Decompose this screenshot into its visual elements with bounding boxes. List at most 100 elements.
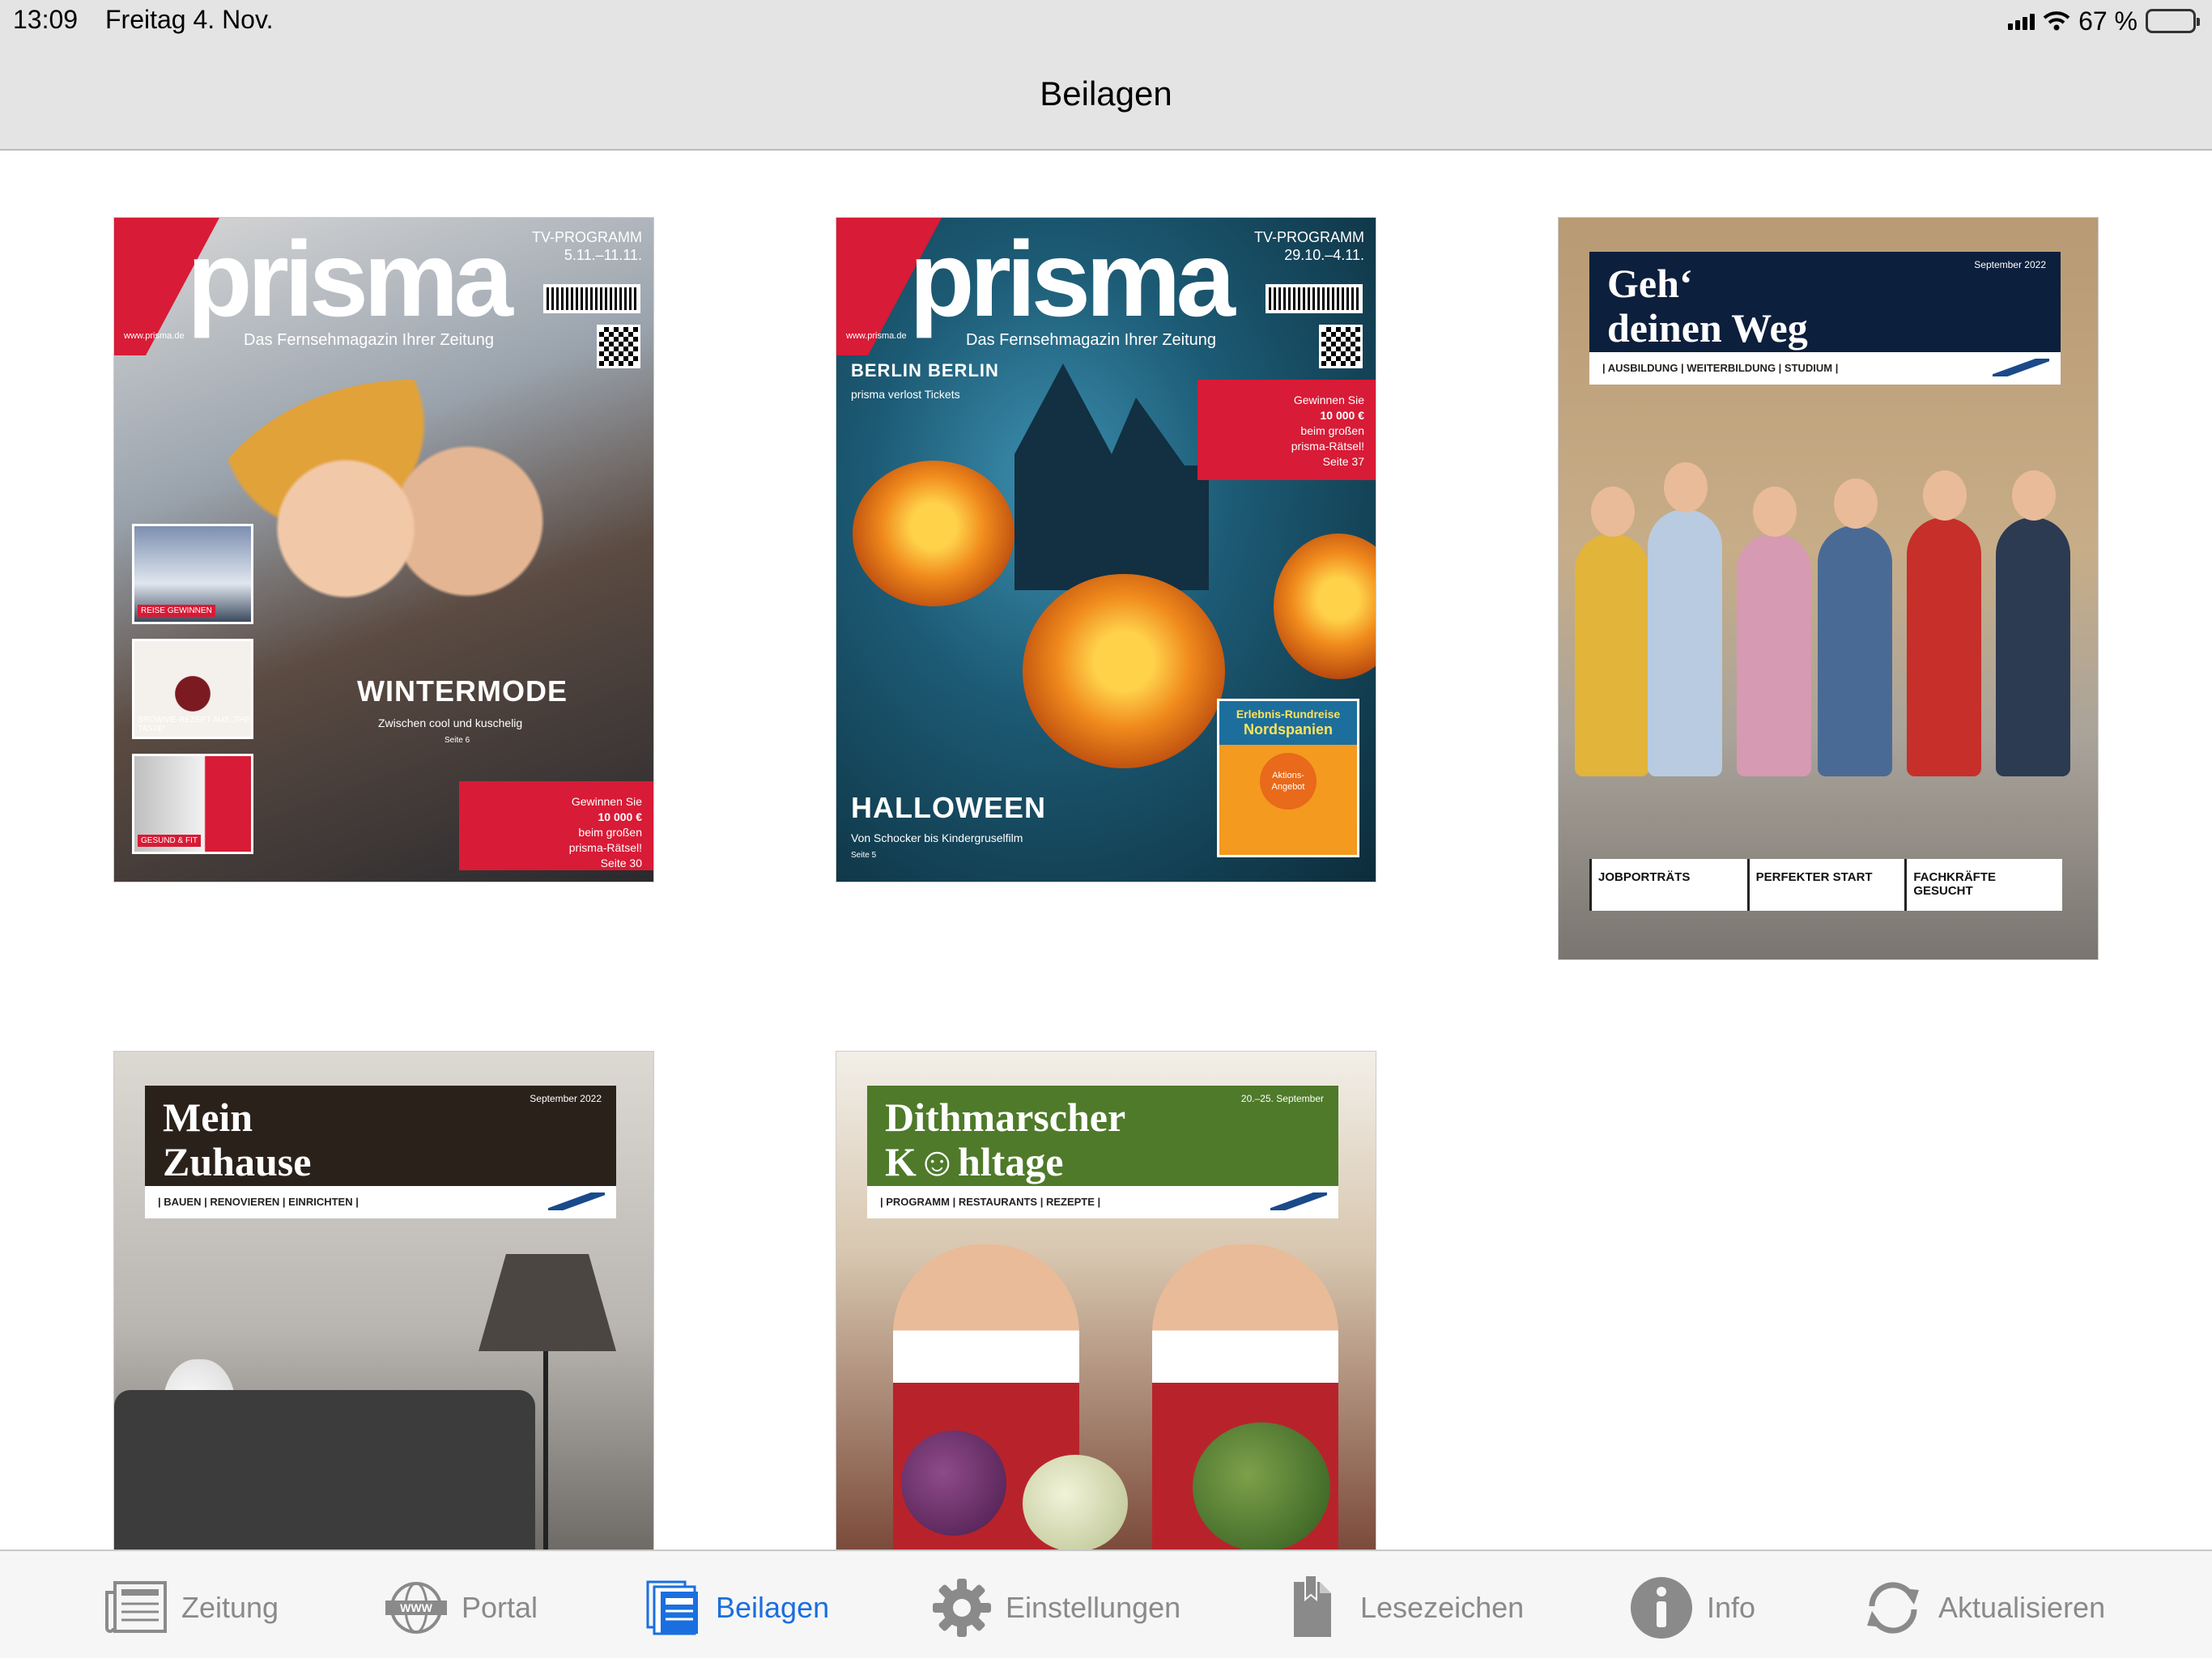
qr-code-icon: [597, 325, 640, 368]
tab-bar: Zeitung WWW Portal Beilagen Einstellunge…: [0, 1550, 2212, 1658]
tab-portal[interactable]: WWW Portal: [384, 1575, 538, 1640]
tab-einstellungen[interactable]: Einstellungen: [931, 1575, 1180, 1640]
battery-icon: [2146, 9, 2200, 33]
cover-website: www.prisma.de: [846, 331, 907, 341]
prisma-tagline: Das Fernsehmagazin Ihrer Zeitung: [966, 331, 1217, 349]
cover-photo-haunted-house: [1015, 363, 1209, 590]
cover-categories-text: | BAUEN | RENOVIEREN | EINRICHTEN |: [158, 1196, 359, 1208]
promo-line: Seite 37: [1322, 454, 1364, 468]
status-indicators: 67 %: [2008, 3, 2200, 39]
cabbage-illustration: [1193, 1422, 1330, 1552]
boyens-medien-logo: [1270, 1192, 1327, 1210]
side-teaser-label: GESUND & FIT: [138, 835, 202, 847]
globe-www-icon: WWW: [385, 1582, 447, 1634]
promo-line: prisma-Rätsel!: [568, 840, 642, 854]
cover-categories-text: | AUSBILDUNG | WEITERBILDUNG | STUDIUM |: [1602, 362, 1839, 374]
person-figure: [1907, 470, 1981, 776]
tab-label: Aktualisieren: [1938, 1591, 2106, 1624]
info-icon: [1631, 1577, 1692, 1639]
cover-title-banner: September 2022 Mein Zuhause: [145, 1086, 616, 1186]
top-bar: 13:09 Freitag 4. Nov. 67 % Beilagen: [0, 0, 2212, 151]
promo-line: Seite 30: [600, 856, 642, 869]
cellular-signal-icon: [2008, 12, 2035, 30]
cabbage-illustration: [1023, 1455, 1128, 1552]
cover-page-ref: Seite 6: [445, 736, 470, 745]
status-time: 13:09: [13, 5, 79, 34]
pumpkin-illustration: [853, 461, 1015, 606]
cover-title-line2: K☺hltage: [885, 1139, 1064, 1184]
side-teaser-label: REISE GEWINNEN: [138, 605, 215, 617]
side-teaser-recipe: BROWNIE-REZEPT AUS „THE TASTE“: [132, 639, 253, 739]
cover-title-line2: deinen Weg: [1607, 305, 1808, 351]
svg-text:WWW: WWW: [400, 1601, 432, 1614]
tab-lesezeichen[interactable]: Lesezeichen: [1291, 1575, 1524, 1640]
promo-amount: 10 000 €: [1320, 408, 1365, 422]
side-teaser-health: GESUND & FIT: [132, 754, 253, 854]
cover-footer-item: FACHKRÄFTE GESUCHT: [1904, 859, 2062, 911]
supplement-cover-mein-zuhause[interactable]: September 2022 Mein Zuhause | BAUEN | RE…: [113, 1051, 654, 1553]
side-teaser-label: BROWNIE-REZEPT AUS „THE TASTE“: [138, 716, 251, 733]
promo-box: Gewinnen Sie 10 000 € beim großen prisma…: [459, 781, 653, 870]
supplement-cover-geh-deinen-weg[interactable]: September 2022 Geh‘ deinen Weg | AUSBILD…: [1558, 217, 2099, 960]
person-figure: [1737, 487, 1811, 776]
program-info: TV-PROGRAMM 29.10.–4.11.: [1254, 229, 1364, 264]
stacked-papers-icon: [646, 1580, 698, 1635]
lamp-illustration: [479, 1254, 616, 1351]
barcode-icon: [1266, 284, 1363, 313]
travel-offer-box: Erlebnis-Rundreise Nordspanien Aktions-A…: [1217, 699, 1359, 857]
tab-aktualisieren[interactable]: Aktualisieren: [1861, 1575, 2105, 1640]
program-label: TV-PROGRAMM: [1253, 229, 1364, 245]
tab-beilagen[interactable]: Beilagen: [644, 1575, 829, 1640]
supplement-cover-prisma-wintermode[interactable]: prisma www.prisma.de Das Fernsehmagazin …: [113, 217, 654, 882]
status-date: Freitag 4. Nov.: [105, 5, 274, 34]
travel-offer-title: Erlebnis-Rundreise: [1236, 708, 1341, 721]
person-figure: [1575, 487, 1649, 776]
side-teaser-travel: REISE GEWINNEN: [132, 524, 253, 624]
promo-line: prisma-Rätsel!: [1291, 439, 1364, 453]
promo-box: Gewinnen Sie 10 000 € beim großen prisma…: [1197, 380, 1376, 480]
tab-info[interactable]: Info: [1629, 1575, 1755, 1640]
wifi-icon: [2043, 11, 2070, 31]
lamp-pole: [543, 1351, 548, 1552]
promo-line: Gewinnen Sie: [1293, 393, 1364, 406]
cover-page-ref: Seite 5: [851, 851, 877, 860]
tab-label: Einstellungen: [1006, 1591, 1181, 1624]
supplement-cover-prisma-halloween[interactable]: prisma www.prisma.de Das Fernsehmagazin …: [836, 217, 1376, 882]
tab-label: Lesezeichen: [1360, 1591, 1525, 1624]
program-info: TV-PROGRAMM 5.11.–11.11.: [532, 229, 642, 264]
pumpkin-illustration: [1274, 534, 1376, 679]
cover-categories: | AUSBILDUNG | WEITERBILDUNG | STUDIUM |: [1589, 352, 2061, 385]
tab-label: Zeitung: [181, 1591, 279, 1624]
cover-categories: | PROGRAMM | RESTAURANTS | REZEPTE |: [867, 1186, 1338, 1218]
cover-photo-group: [1559, 404, 2098, 809]
supplement-cover-dithmarscher-kohltage[interactable]: 20.–25. September Dithmarscher K☺hltage …: [836, 1051, 1376, 1553]
prisma-logo: prisma: [909, 219, 1236, 338]
gear-icon: [933, 1579, 991, 1637]
program-dates: 5.11.–11.11.: [564, 246, 642, 263]
cover-title-banner: September 2022 Geh‘ deinen Weg: [1589, 252, 2061, 352]
prisma-logo: prisma: [187, 219, 513, 338]
refresh-icon: [1867, 1582, 1919, 1634]
tab-label: Info: [1707, 1591, 1756, 1624]
promo-amount: 10 000 €: [598, 810, 643, 823]
cover-title-line2: Zuhause: [163, 1139, 312, 1184]
promo-line: beim großen: [1300, 423, 1364, 437]
cover-subline: Von Schocker bis Kindergruselfilm: [851, 831, 1023, 844]
travel-offer-heading: Erlebnis-Rundreise Nordspanien: [1219, 701, 1357, 746]
cover-categories: | BAUEN | RENOVIEREN | EINRICHTEN |: [145, 1186, 616, 1218]
cover-date: 20.–25. September: [1240, 1093, 1324, 1104]
person-figure: [1996, 470, 2070, 776]
cover-title-banner: 20.–25. September Dithmarscher K☺hltage: [867, 1086, 1338, 1186]
boyens-medien-logo: [1993, 359, 2049, 376]
pumpkin-illustration: [1023, 574, 1225, 768]
barcode-icon: [543, 284, 640, 313]
cover-website: www.prisma.de: [124, 331, 185, 341]
boyens-medien-logo: [548, 1192, 605, 1210]
travel-offer-badge: Aktions-Angebot: [1260, 753, 1317, 810]
sofa-illustration: [114, 1390, 535, 1552]
travel-offer-subtitle: Nordspanien: [1243, 721, 1333, 738]
cover-date: September 2022: [530, 1093, 602, 1104]
cover-subline: Zwischen cool und kuschelig: [378, 716, 523, 729]
cover-kicker: BERLIN BERLIN: [851, 360, 999, 380]
tab-zeitung[interactable]: Zeitung: [104, 1575, 279, 1640]
